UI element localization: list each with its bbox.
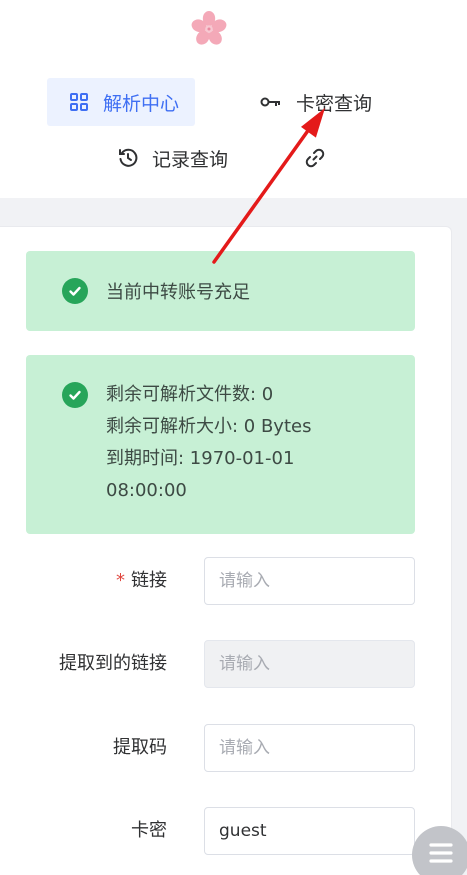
extracted-link-label: 提取到的链接: [59, 653, 167, 674]
account-status-alert: 当前中转账号充足: [26, 251, 415, 331]
key-icon: [260, 95, 282, 109]
check-circle-icon: [62, 382, 88, 408]
extract-code-input[interactable]: [204, 724, 415, 772]
nav-card-query-label: 卡密查询: [296, 92, 373, 115]
expiry-date: 到期时间: 1970-01-01: [106, 448, 295, 469]
history-icon: [118, 148, 138, 168]
header: 解析中心 卡密查询 记录查询: [0, 0, 467, 198]
floating-menu-button[interactable]: [412, 826, 467, 875]
card-key-label: 卡密: [131, 820, 167, 841]
nav-card-query[interactable]: 卡密查询: [260, 78, 372, 126]
link-icon: [305, 148, 325, 168]
account-status-text: 当前中转账号充足: [106, 282, 250, 303]
check-circle-icon: [62, 278, 88, 304]
quota-lines: 剩余可解析文件数: 0 剩余可解析大小: 0 Bytes 到期时间: 1970-…: [106, 379, 311, 507]
form-row-extracted-link: 提取到的链接: [0, 640, 467, 688]
form-row-card-key: 卡密: [0, 807, 467, 855]
quota-alert: 剩余可解析文件数: 0 剩余可解析大小: 0 Bytes 到期时间: 1970-…: [26, 355, 415, 534]
extracted-link-input: [204, 640, 415, 688]
nav-record-query-label: 记录查询: [152, 148, 229, 171]
link-input[interactable]: [204, 557, 415, 605]
grid-icon: [69, 92, 89, 112]
extract-code-label: 提取码: [113, 737, 167, 758]
cherry-blossom-icon: [191, 10, 227, 45]
nav-link[interactable]: [305, 134, 339, 182]
card-key-input[interactable]: [204, 807, 415, 855]
form-row-link: * 链接: [0, 557, 467, 605]
nav-parse-center[interactable]: 解析中心: [47, 78, 195, 126]
nav-record-query[interactable]: 记录查询: [118, 134, 228, 182]
nav-parse-center-label: 解析中心: [103, 92, 180, 115]
remaining-files: 剩余可解析文件数: 0: [106, 384, 274, 405]
menu-icon: [428, 842, 454, 868]
remaining-size: 剩余可解析大小: 0 Bytes: [106, 416, 312, 437]
required-mark: *: [116, 570, 125, 591]
expiry-time: 08:00:00: [106, 480, 187, 501]
form-row-extract-code: 提取码: [0, 724, 467, 772]
link-label: * 链接: [116, 570, 167, 591]
